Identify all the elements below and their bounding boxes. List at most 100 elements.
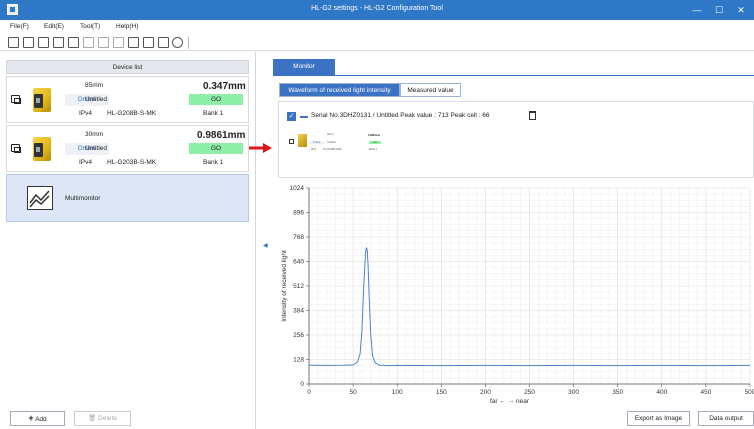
y-tick-label: 896 <box>293 210 304 217</box>
x-tick-label: 250 <box>524 389 535 396</box>
duplicate-icon[interactable] <box>113 37 124 48</box>
multimonitor-item[interactable]: Multimonitor <box>6 174 249 222</box>
y-tick-label: 768 <box>293 234 304 241</box>
data-output-button[interactable]: Data output <box>698 411 754 426</box>
close-button[interactable]: ✕ <box>730 2 752 18</box>
tab-waveform[interactable]: Waveform of received light intensity <box>279 83 400 97</box>
red-arrow-icon <box>249 143 272 153</box>
mini-name: Untitled <box>327 141 336 144</box>
waveform-chart: 0 50 100 150 200 250 300 350 400 450 500 0 128 256 384… <box>278 180 754 408</box>
trash-icon: 🗑 <box>88 415 97 422</box>
plus-icon: + <box>28 413 34 423</box>
y-tick-label: 1024 <box>290 185 305 192</box>
device-range: 30mm <box>85 131 104 138</box>
save-icon[interactable] <box>38 37 49 48</box>
waveform-svg: 0 50 100 150 200 250 300 350 400 450 500 0 128 256 384… <box>281 185 754 405</box>
device-list-header: Device list <box>6 60 249 74</box>
device-range: 85mm <box>85 82 104 89</box>
device-name: Untitled <box>85 145 108 152</box>
tab-measured-value[interactable]: Measured value <box>400 83 461 97</box>
multimonitor-icon <box>27 186 53 210</box>
menu-tool[interactable]: Tool(T) <box>80 23 100 30</box>
mini-protocol: IPv4 <box>311 148 317 151</box>
mini-device-card: 30mm 0.9861mm Online Untitled GO IPv4 HL… <box>287 128 387 156</box>
menu-bar: File(F) Edit(E) Tool(T) Help(H) <box>0 20 754 34</box>
x-tick-label: 200 <box>480 389 491 396</box>
export-image-button[interactable]: Export as Image <box>627 411 690 426</box>
book-icon[interactable] <box>158 37 169 48</box>
device-model: HL-G208B-S-MK <box>107 110 157 117</box>
x-axis-label: far ← → near <box>490 398 530 405</box>
menu-file[interactable]: File(F) <box>10 23 29 30</box>
device-measurement: 0.347mm <box>203 81 246 92</box>
y-tick-label: 384 <box>293 308 304 315</box>
collapse-panel-icon[interactable]: ◀ <box>263 242 268 249</box>
x-tick-label: 0 <box>307 389 311 396</box>
toolbar-separator <box>188 37 189 49</box>
x-tick-label: 500 <box>745 389 754 396</box>
waveform-legend-box: ✓ Serial No.3DHZ0131 / Untitled Peak val… <box>278 101 754 178</box>
menu-edit[interactable]: Edit(E) <box>44 23 64 30</box>
y-tick-label: 0 <box>300 381 304 388</box>
device-protocol: IPv4 <box>79 110 93 117</box>
sensor-icon <box>31 86 53 114</box>
device-card-1[interactable]: 85mm 0.347mm Online Untitled GO IPv4 HL-… <box>6 76 249 123</box>
device-measurement: 0.9861mm <box>197 130 246 141</box>
y-tick-label: 512 <box>293 283 304 290</box>
copy-icon[interactable] <box>83 37 94 48</box>
mini-range: 30mm <box>327 133 334 136</box>
series-legend-line <box>300 116 308 118</box>
add-button[interactable]: + Add <box>10 411 65 426</box>
compare-icon[interactable] <box>128 37 139 48</box>
delete-label: Delete <box>98 415 117 422</box>
mini-bank: Bank 1 <box>369 148 377 151</box>
info-icon[interactable] <box>172 37 183 48</box>
delete-button[interactable]: 🗑 Delete <box>74 411 131 426</box>
y-tick-label: 256 <box>293 332 304 339</box>
import-icon[interactable] <box>53 37 64 48</box>
export-icon[interactable] <box>68 37 79 48</box>
sensor-icon <box>31 135 53 163</box>
mini-model: HL-G203B-S-MK <box>323 148 342 151</box>
maximize-button[interactable]: ☐ <box>708 2 730 18</box>
device-name: Untitled <box>85 96 108 103</box>
window-title: HL-G2 settings - HL-G2 Configuration Too… <box>311 5 443 12</box>
paste-icon[interactable] <box>98 37 109 48</box>
x-tick-label: 350 <box>612 389 623 396</box>
new-file-icon[interactable] <box>8 37 19 48</box>
x-tick-label: 150 <box>436 389 447 396</box>
link-icon[interactable] <box>11 144 21 153</box>
toolbar <box>0 34 754 51</box>
go-badge: GO <box>189 143 243 154</box>
link-icon[interactable] <box>11 95 21 104</box>
y-axis-label: Intensity of received light <box>281 250 288 322</box>
x-tick-label: 50 <box>349 389 357 396</box>
x-tick-label: 400 <box>656 389 667 396</box>
tab-underline <box>273 75 754 76</box>
trash-icon[interactable] <box>529 111 536 120</box>
link-icon <box>289 139 294 144</box>
open-folder-icon[interactable] <box>23 37 34 48</box>
go-badge: GO <box>189 94 243 105</box>
device-bank: Bank 1 <box>203 159 224 166</box>
mini-go: GO <box>369 141 381 144</box>
y-tick-label: 640 <box>293 259 304 266</box>
add-label: Add <box>35 416 47 423</box>
menu-help[interactable]: Help(H) <box>116 23 138 30</box>
mini-measurement: 0.9861mm <box>368 134 381 137</box>
device-card-2[interactable]: 30mm 0.9861mm Online Untitled GO IPv4 HL… <box>6 125 249 172</box>
x-tick-label: 450 <box>700 389 711 396</box>
title-bar: HL-G2 settings - HL-G2 Configuration Too… <box>0 0 754 20</box>
sensor-icon <box>298 134 307 147</box>
tab-monitor[interactable]: Monitor <box>273 59 335 75</box>
multimonitor-label: Multimonitor <box>65 195 101 202</box>
verify-icon[interactable] <box>143 37 154 48</box>
device-model: HL-G203B-S-MK <box>107 159 157 166</box>
serial-info: Serial No.3DHZ0131 / Untitled Peak value… <box>311 112 490 119</box>
y-tick-label: 128 <box>293 357 304 364</box>
series-checkbox[interactable]: ✓ <box>287 112 296 121</box>
device-protocol: IPv4 <box>79 159 93 166</box>
minimize-button[interactable]: — <box>686 2 708 18</box>
device-bank: Bank 1 <box>203 110 224 117</box>
mini-status: Online <box>309 141 325 144</box>
